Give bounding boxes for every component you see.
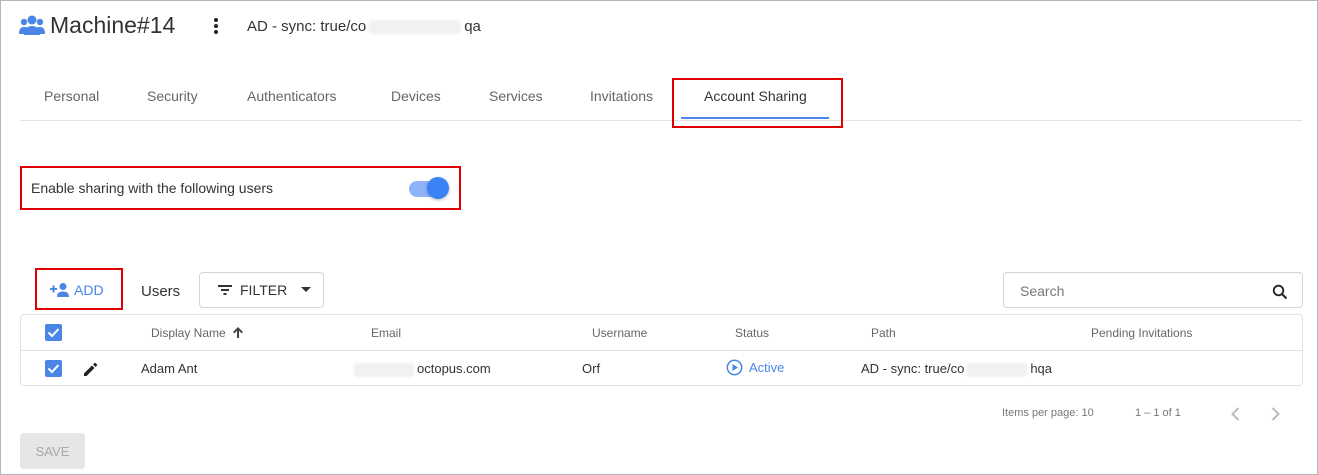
previous-page-icon[interactable]: [1227, 405, 1245, 423]
search-input[interactable]: [1020, 281, 1260, 301]
column-header-status[interactable]: Status: [735, 326, 769, 340]
redacted-text: [354, 362, 414, 377]
items-per-page-value[interactable]: 10: [1082, 407, 1094, 419]
select-all-checkbox[interactable]: [45, 324, 62, 341]
column-header-username[interactable]: Username: [592, 326, 647, 340]
cell-email-suffix: octopus.com: [417, 361, 491, 376]
users-label: Users: [141, 283, 181, 300]
cell-status: Active: [726, 359, 784, 376]
tab-security[interactable]: Security: [147, 88, 198, 104]
toggle-knob: [427, 177, 449, 199]
add-button-label: ADD: [74, 282, 104, 298]
column-header-label: Display Name: [151, 326, 226, 340]
add-user-button[interactable]: ADD: [50, 279, 104, 301]
table-header: Display Name Email Username Status Path …: [21, 315, 1302, 351]
filter-icon: [218, 285, 232, 295]
users-table: Display Name Email Username Status Path …: [20, 314, 1303, 386]
header-path-suffix: qa: [464, 18, 481, 35]
cell-path-prefix: AD - sync: true/co: [861, 361, 965, 376]
row-checkbox[interactable]: [45, 360, 62, 377]
play-circle-icon: [726, 359, 743, 376]
header-path: AD - sync: true/co qa: [247, 18, 481, 35]
sort-ascending-icon: [233, 327, 244, 338]
more-options-icon[interactable]: [210, 18, 222, 36]
tab-invitations[interactable]: Invitations: [590, 88, 653, 104]
checkmark-icon: [47, 328, 60, 338]
save-button[interactable]: SAVE: [20, 433, 85, 469]
header-path-prefix: AD - sync: true/co: [247, 18, 367, 35]
column-header-display-name[interactable]: Display Name: [151, 326, 244, 340]
tab-account-sharing[interactable]: Account Sharing: [704, 88, 807, 104]
search-box: [1003, 272, 1303, 308]
dropdown-caret-icon: [301, 287, 312, 292]
redacted-text: [967, 362, 1028, 377]
tab-bar: Personal Security Authenticators Devices…: [20, 78, 1302, 121]
column-header-email[interactable]: Email: [371, 326, 401, 340]
column-header-pending-invitations[interactable]: Pending Invitations: [1091, 326, 1192, 340]
filter-button[interactable]: FILTER: [199, 272, 324, 308]
sharing-label: Enable sharing with the following users: [31, 180, 274, 196]
page-range: 1 – 1 of 1: [1135, 407, 1181, 419]
search-icon[interactable]: [1272, 284, 1288, 300]
next-page-icon[interactable]: [1266, 405, 1284, 423]
cell-path: AD - sync: true/co hqa: [861, 361, 1052, 377]
tab-services[interactable]: Services: [489, 88, 543, 104]
page-title: Machine#14: [50, 12, 176, 38]
add-person-icon: [50, 283, 69, 297]
active-tab-indicator: [681, 117, 829, 119]
tab-devices[interactable]: Devices: [391, 88, 441, 104]
filter-label: FILTER: [240, 282, 288, 298]
items-per-page-label: Items per page:: [1002, 407, 1079, 419]
tab-authenticators[interactable]: Authenticators: [247, 88, 337, 104]
items-per-page: Items per page: 10: [1002, 407, 1094, 419]
users-group-icon: [19, 15, 45, 35]
column-header-path[interactable]: Path: [871, 326, 896, 340]
sharing-toggle[interactable]: [409, 176, 451, 200]
cell-path-suffix: hqa: [1030, 361, 1053, 376]
page-frame: [0, 0, 1318, 475]
cell-display-name: Adam Ant: [141, 361, 198, 376]
checkmark-icon: [47, 364, 60, 374]
status-label: Active: [749, 360, 785, 375]
tab-personal[interactable]: Personal: [44, 88, 99, 104]
redacted-text: [369, 20, 462, 35]
cell-email: octopus.com: [351, 361, 491, 377]
cell-username: Orf: [582, 361, 601, 376]
edit-pencil-icon[interactable]: [82, 361, 99, 378]
